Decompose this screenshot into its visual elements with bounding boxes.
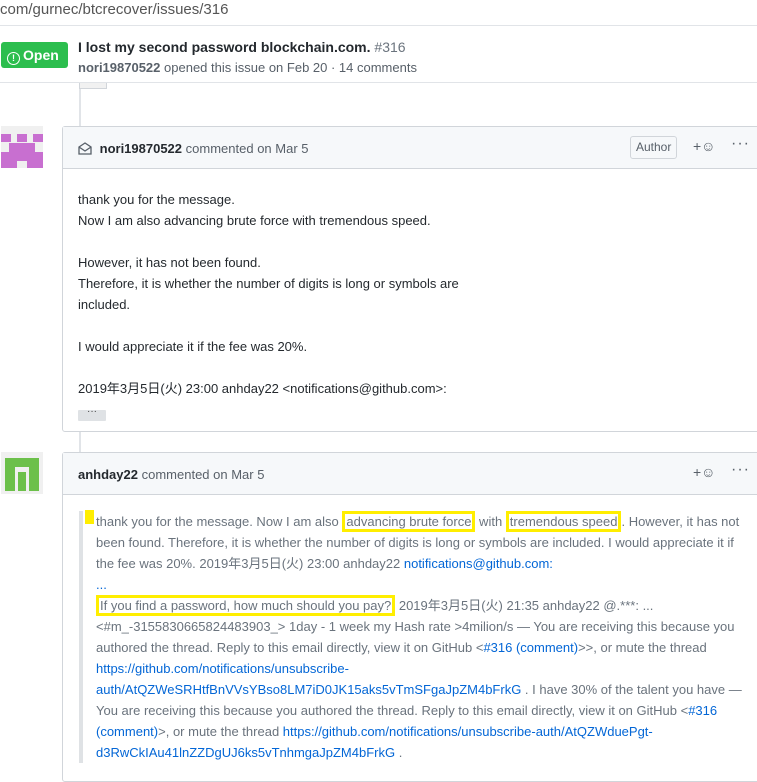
issue-state-label: Open xyxy=(23,47,59,63)
url-text: com/gurnec/btcrecover/issues/316 xyxy=(0,1,229,18)
issue-open-icon: ! xyxy=(7,52,20,65)
add-reaction-button[interactable]: +☺ xyxy=(693,138,715,154)
expand-link[interactable]: ... xyxy=(96,577,107,592)
identicon-green xyxy=(1,452,43,494)
comment-body: thank you for the message. Now I am also… xyxy=(63,169,757,421)
issue-meta-text: opened this issue on Feb 20 · 14 comment… xyxy=(164,60,417,75)
add-reaction-button[interactable]: +☺ xyxy=(693,464,715,480)
highlighted-text: advancing brute force xyxy=(342,511,476,532)
timeline-line xyxy=(79,432,81,452)
quote-text: . xyxy=(395,745,403,760)
comment-line: I would appreciate it if the fee was 20%… xyxy=(78,339,308,354)
quote-text: thank you for the message. Now I am also xyxy=(96,514,343,529)
comment-author-line: anhday22 commented on Mar 5 xyxy=(78,467,264,482)
comment-author-line: nori19870522 commented on Mar 5 xyxy=(78,141,309,158)
comment-line: However, it has not been found. xyxy=(78,255,261,270)
quoted-reply: thank you for the message. Now I am also… xyxy=(79,511,744,763)
issue-state-badge: ! Open xyxy=(1,42,68,68)
quote-text: with xyxy=(475,514,506,529)
avatar-anhday22[interactable] xyxy=(1,452,43,494)
comment-options-button[interactable]: ··· xyxy=(731,135,750,153)
highlighted-text: tremendous speed xyxy=(505,511,622,532)
comment-author-link[interactable]: anhday22 xyxy=(78,467,138,482)
unsubscribe-link[interactable]: https://github.com/notifications/unsubsc… xyxy=(96,661,521,697)
issue-title-text: I lost my second password blockchain.com… xyxy=(78,39,371,55)
comment-line: thank you for the message. xyxy=(78,192,235,207)
browser-url-bar[interactable]: com/gurnec/btcrecover/issues/316 xyxy=(0,0,757,26)
avatar-nori19870522[interactable] xyxy=(1,126,43,168)
quote-text: >, or mute the thread xyxy=(158,724,283,739)
comment-2: anhday22 commented on Mar 5 +☺ ··· thank… xyxy=(62,452,757,782)
issue-meta: nori19870522 opened this issue on Feb 20… xyxy=(78,60,417,75)
comment-line: Now I am also advancing brute force with… xyxy=(78,213,431,228)
highlighted-text: If you find a password, how much should … xyxy=(96,595,396,616)
comment-timestamp[interactable]: commented on Mar 5 xyxy=(186,141,309,156)
issue-number: #316 xyxy=(374,39,406,55)
comment-line: Therefore, it is whether the number of d… xyxy=(78,276,459,291)
comment-1: nori19870522 commented on Mar 5 Author +… xyxy=(62,126,757,432)
comment-header: nori19870522 commented on Mar 5 Author +… xyxy=(63,127,757,169)
comment-header: anhday22 commented on Mar 5 +☺ ··· xyxy=(63,453,757,495)
comment-line: included. xyxy=(78,297,131,312)
issue-title: I lost my second password blockchain.com… xyxy=(78,39,406,55)
comment-line: 2019年3月5日(火) 23:00 anhday22 <notificatio… xyxy=(78,381,447,396)
previous-comment-edge xyxy=(79,83,107,89)
expand-quoted-button[interactable]: ··· xyxy=(78,407,106,421)
identicon-purple xyxy=(1,126,43,168)
mail-icon xyxy=(78,142,92,158)
timeline-line xyxy=(79,89,81,126)
comment-options-button[interactable]: ··· xyxy=(731,461,750,479)
quote-text: >>, or mute the thread xyxy=(578,640,707,655)
issue-author-link[interactable]: nori19870522 xyxy=(78,60,160,75)
author-badge: Author xyxy=(630,136,678,159)
comment-author-link[interactable]: nori19870522 xyxy=(100,141,182,156)
issue-sticky-header: ! Open I lost my second password blockcha… xyxy=(0,27,757,83)
comment-timestamp[interactable]: commented on Mar 5 xyxy=(142,467,265,482)
email-link[interactable]: notifications@github.com: xyxy=(404,556,553,571)
comment-link[interactable]: #316 (comment) xyxy=(483,640,578,655)
